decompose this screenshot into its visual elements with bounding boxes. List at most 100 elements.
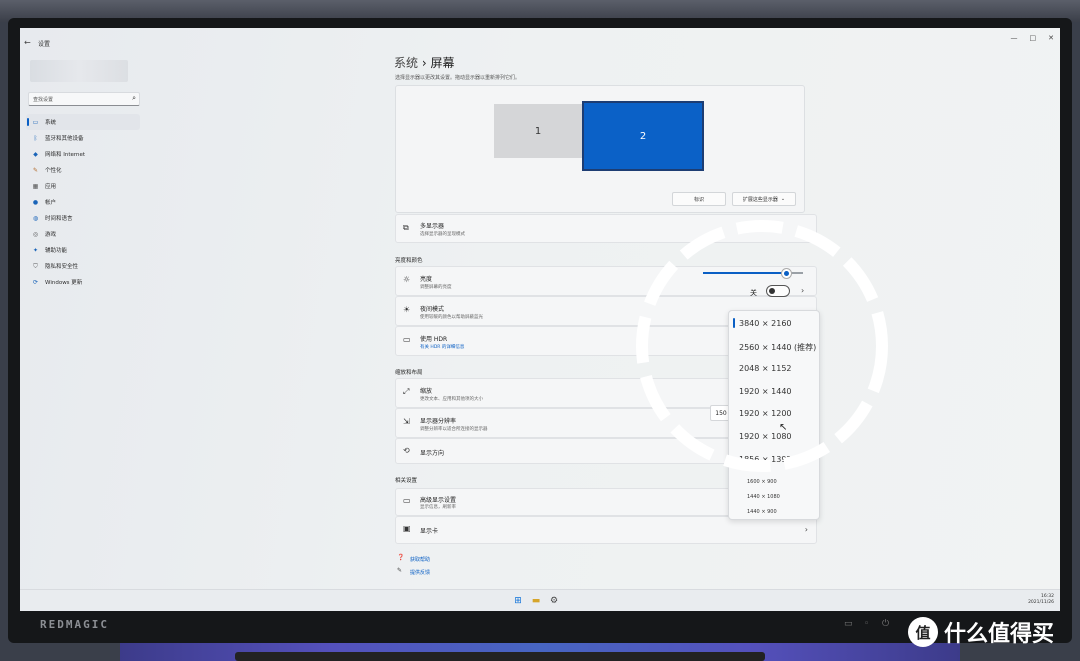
wifi-icon: ◆ [33, 150, 38, 158]
resolution-option[interactable]: 1600 × 900 [747, 479, 777, 485]
system-icon: ▭ [32, 118, 39, 126]
selected-indicator [733, 318, 735, 328]
multi-display-desc: 选择显示器的呈现模式 [420, 232, 465, 237]
night-light-icon: ☀ [403, 305, 411, 314]
search-input[interactable]: 查找设置 ⌕ [28, 92, 140, 106]
sidebar-item-apps[interactable]: ▦ 应用 [26, 178, 140, 194]
chevron-right-icon[interactable]: › [801, 286, 804, 295]
resolution-title: 显示器分辨率 [420, 418, 457, 425]
monitor-stand [235, 652, 765, 661]
feedback-link[interactable]: 提供反馈 [410, 569, 430, 576]
sidebar-item-label: 应用 [45, 184, 57, 190]
minimize-icon[interactable]: — [1011, 34, 1018, 42]
scale-desc: 更改文本、应用和其他项的大小 [420, 397, 483, 402]
breadcrumb-parent[interactable]: 系统 [394, 56, 418, 70]
identify-button[interactable]: 标识 [672, 192, 726, 206]
scale-title: 缩放 [420, 388, 433, 395]
search-icon[interactable]: ⌕ [132, 94, 136, 103]
sidebar-item-bluetooth[interactable]: ᛒ 蓝牙和其他设备 [26, 130, 140, 146]
bezel-button-icon[interactable]: ◦ [864, 619, 869, 629]
section-scale-layout: 缩放和布局 [395, 370, 423, 376]
resolution-dropdown: 3840 × 2160 2560 × 1440 (推荐) 2048 × 1152… [728, 310, 820, 520]
brightness-slider-thumb[interactable] [781, 268, 792, 279]
night-light-toggle[interactable] [766, 285, 790, 297]
hdr-desc[interactable]: 有关 HDR 的详细信息 [420, 344, 464, 350]
get-help-link[interactable]: 获取帮助 [410, 556, 430, 563]
resolution-option[interactable]: 2048 × 1152 [739, 364, 792, 373]
bluetooth-icon: ᛒ [33, 134, 38, 142]
title-bar: ← 设置 — □ ✕ [20, 28, 1060, 56]
windows-start-icon[interactable]: ⊞ [513, 596, 523, 606]
sidebar-item-label: Windows 更新 [45, 280, 83, 286]
sidebar-item-label: 隐私和安全性 [45, 264, 79, 270]
watermark-logo: 值 [908, 617, 938, 647]
hdr-icon: ▭ [403, 335, 411, 344]
graphics-card[interactable]: ▣ 显示卡 › [395, 516, 817, 544]
sidebar-item-label: 个性化 [45, 168, 62, 174]
resolution-option[interactable]: 1440 × 1080 [747, 494, 780, 500]
resolution-option[interactable]: 1856 × 1392 [739, 455, 792, 464]
multi-display-title: 多显示器 [420, 223, 445, 230]
sidebar-item-label: 系统 [45, 120, 57, 126]
advanced-display-title: 高级显示设置 [420, 497, 457, 504]
app-title: 设置 [38, 41, 51, 48]
brightness-slider-fill [703, 272, 785, 274]
display-2[interactable]: 2 [582, 101, 704, 171]
account-avatar[interactable] [30, 60, 128, 82]
mouse-cursor-icon: ↖ [779, 422, 788, 433]
close-icon[interactable]: ✕ [1048, 34, 1054, 42]
sidebar-item-windows-update[interactable]: ⟳ Windows 更新 [26, 274, 140, 290]
orientation-icon: ⟲ [403, 446, 410, 455]
chevron-down-icon: ⌄ [780, 196, 786, 202]
power-icon[interactable]: ⏻ [882, 619, 889, 629]
monitor-icon: ▭ [403, 496, 411, 505]
resolution-option[interactable]: 2560 × 1440 (推荐) [739, 342, 816, 353]
sidebar-item-accessibility[interactable]: ✦ 辅助功能 [26, 242, 140, 258]
resolution-option[interactable]: 3840 × 2160 [739, 319, 792, 328]
apps-icon: ▦ [32, 182, 39, 190]
screen: ← 设置 — □ ✕ 查找设置 ⌕ ▭ 系统 ᛒ 蓝牙和其他设备 ◆ 网络和 I… [20, 28, 1060, 611]
graphics-title: 显示卡 [420, 528, 439, 535]
bezel-button-icon[interactable]: ▭ [844, 619, 853, 629]
sidebar-item-label: 时间和语言 [45, 216, 73, 222]
gamepad-icon: ◎ [32, 230, 39, 238]
settings-gear-icon[interactable]: ⚙ [549, 596, 559, 606]
sidebar-item-accounts[interactable]: ● 帐户 [26, 194, 140, 210]
taskbar: ⊞ ▬ ⚙ 16:32 2021/11/26 [20, 589, 1060, 611]
sidebar-item-label: 帐户 [45, 200, 57, 206]
resolution-option[interactable]: 1920 × 1200 [739, 409, 792, 418]
display-1[interactable]: 1 [494, 104, 582, 158]
sidebar-item-label: 蓝牙和其他设备 [45, 136, 84, 142]
back-arrow-icon[interactable]: ← [24, 38, 31, 47]
resolution-option[interactable]: 1920 × 1440 [739, 387, 792, 396]
sidebar-item-system[interactable]: ▭ 系统 [26, 114, 140, 130]
multi-display-card[interactable]: ⧉ 多显示器 选择显示器的呈现模式 [395, 214, 817, 243]
file-explorer-icon[interactable]: ▬ [531, 596, 541, 606]
scale-icon: ⤢ [403, 387, 410, 396]
sidebar-nav: ▭ 系统 ᛒ 蓝牙和其他设备 ◆ 网络和 Internet ✎ 个性化 ▦ 应用… [26, 114, 140, 290]
brand-logo: REDMAGIC [40, 618, 109, 631]
shield-icon: ⛉ [33, 262, 38, 270]
sidebar-item-time-language[interactable]: ◍ 时间和语言 [26, 210, 140, 226]
resolution-option[interactable]: 1440 × 900 [747, 509, 777, 515]
feedback-icon: ✎ [397, 567, 403, 574]
sidebar-item-network[interactable]: ◆ 网络和 Internet [26, 146, 140, 162]
maximize-icon[interactable]: □ [1030, 34, 1037, 42]
night-light-desc: 使用较暖的颜色以帮助屏蔽蓝光 [420, 315, 483, 320]
hdr-title: 使用 HDR [420, 336, 448, 343]
globe-icon: ◍ [32, 214, 39, 222]
sidebar-item-gaming[interactable]: ◎ 游戏 [26, 226, 140, 242]
sidebar-item-privacy[interactable]: ⛉ 隐私和安全性 [26, 258, 140, 274]
help-icon: ❓ [397, 554, 405, 561]
resolution-option[interactable]: 1920 × 1080 [739, 432, 792, 441]
page-title: 系统 › 屏幕 [394, 54, 455, 71]
update-icon: ⟳ [32, 278, 39, 286]
graphics-icon: ▣ [403, 524, 411, 533]
extend-mode-select[interactable]: 扩展这些显示器 ⌄ [732, 192, 796, 206]
taskbar-clock[interactable]: 16:32 2021/11/26 [1028, 594, 1054, 606]
sidebar-item-personalization[interactable]: ✎ 个性化 [26, 162, 140, 178]
resolution-icon: ⇲ [403, 417, 410, 426]
clock-date: 2021/11/26 [1028, 600, 1054, 605]
search-placeholder: 查找设置 [33, 97, 54, 103]
monitor-bezel: REDMAGIC ▭ ◦ ⏻ [20, 611, 1060, 641]
